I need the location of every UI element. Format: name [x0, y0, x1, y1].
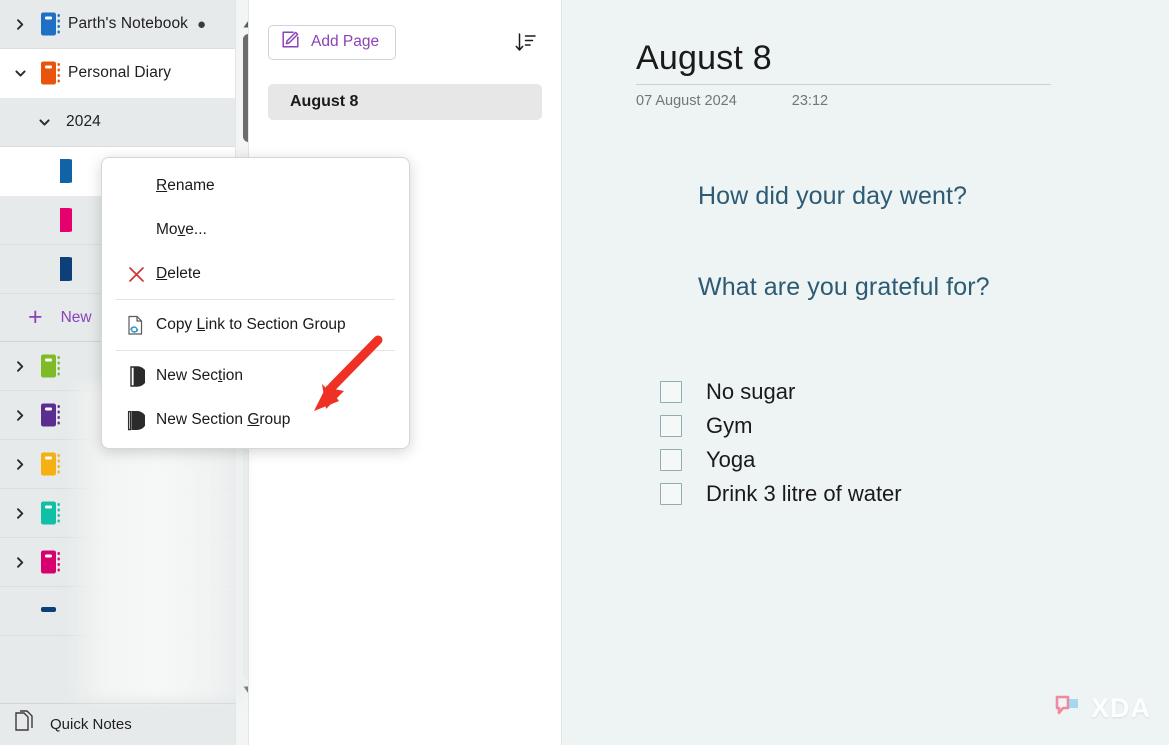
notebook-icon — [34, 60, 68, 86]
sidebar-item-label: Personal Diary — [68, 64, 172, 81]
section-tab-icon — [58, 256, 74, 282]
notebook-icon — [34, 549, 68, 575]
add-page-label: Add Page — [311, 33, 380, 50]
page-time: 23:12 — [791, 93, 829, 110]
context-menu-item-label: New Section — [156, 367, 244, 384]
title-divider — [636, 84, 1051, 86]
copy-link-icon — [116, 315, 156, 336]
new-section-group-icon — [116, 410, 156, 431]
xda-watermark: XDA — [1054, 693, 1151, 723]
xda-watermark-text: XDA — [1090, 692, 1151, 723]
checkbox-icon[interactable] — [660, 381, 682, 404]
quick-notes-label: Quick Notes — [50, 716, 132, 733]
context-menu-item-new-section[interactable]: New Section — [102, 354, 409, 398]
context-menu-item-delete[interactable]: Delete — [102, 252, 409, 296]
checklist-item[interactable]: No sugar — [660, 375, 1169, 409]
context-menu-item-label: Copy Link to Section Group — [156, 316, 346, 333]
sort-descending-icon[interactable] — [508, 25, 542, 59]
checklist-item-label: Yoga — [706, 447, 756, 473]
add-page-button[interactable]: Add Page — [268, 24, 397, 60]
notebook-icon — [34, 402, 68, 428]
checklist-item-label: Drink 3 litre of water — [706, 481, 902, 507]
context-menu-separator — [116, 299, 395, 300]
chevron-right-icon[interactable] — [6, 409, 34, 422]
context-menu-item-label: New Section Group — [156, 411, 291, 428]
section-tab-icon — [58, 158, 74, 184]
section-tab-icon — [58, 207, 74, 233]
note-checklist: No sugar Gym Yoga Drink 3 litre of water — [660, 375, 1169, 511]
note-heading-1[interactable]: How did your day went? — [698, 182, 1169, 211]
checklist-item[interactable]: Yoga — [660, 443, 1169, 477]
new-section-icon — [116, 365, 156, 387]
page-title[interactable]: August 8 — [636, 38, 1169, 78]
page-date: 07 August 2024 — [636, 93, 737, 110]
sidebar-item-parths-notebook[interactable]: Parth's Notebook ● — [0, 0, 248, 49]
checklist-item[interactable]: Drink 3 litre of water — [660, 477, 1169, 511]
context-menu-separator — [116, 350, 395, 351]
context-menu-item-move[interactable]: Move... — [102, 208, 409, 252]
checklist-item[interactable]: Gym — [660, 409, 1169, 443]
chevron-down-icon[interactable] — [6, 67, 34, 80]
context-menu-item-label: Move... — [156, 221, 207, 238]
onenote-window: Parth's Notebook ● Personal Diary 2024 +… — [0, 0, 1169, 745]
chevron-right-icon[interactable] — [6, 507, 34, 520]
quick-notes-item[interactable]: Quick Notes — [0, 703, 248, 745]
context-menu-item-label: Rename — [156, 177, 215, 194]
checkbox-icon[interactable] — [660, 483, 682, 506]
sidebar-item-personal-diary[interactable]: Personal Diary — [0, 49, 248, 98]
section-group-label: 2024 — [66, 113, 101, 130]
sidebar-item-label: Parth's Notebook — [68, 15, 189, 32]
notebook-icon — [34, 353, 68, 379]
page-metadata: 07 August 2024 23:12 — [636, 93, 1169, 109]
notebook-icon — [34, 451, 68, 477]
notebook-icon — [34, 11, 68, 37]
page-item-label: August 8 — [290, 93, 359, 110]
chevron-right-icon[interactable] — [6, 458, 34, 471]
page-list-item-august-8[interactable]: August 8 — [268, 84, 542, 120]
checkbox-icon[interactable] — [660, 415, 682, 438]
checklist-item-label: Gym — [706, 413, 753, 439]
notebook-icon-partial — [34, 606, 68, 616]
chevron-right-icon[interactable] — [6, 360, 34, 373]
new-section-label: New — [60, 308, 92, 326]
unsynced-dot-icon: ● — [197, 15, 207, 33]
chevron-right-icon[interactable] — [6, 556, 34, 569]
section-group-context-menu[interactable]: Rename Move... Delete Copy Link to Secti… — [101, 157, 410, 449]
close-icon — [116, 265, 156, 284]
context-menu-item-label: Delete — [156, 265, 201, 282]
new-page-icon — [281, 30, 300, 54]
plus-icon: + — [28, 303, 43, 331]
sidebar-section-group-2024[interactable]: 2024 — [0, 98, 248, 147]
context-menu-item-copy-link[interactable]: Copy Link to Section Group — [102, 303, 409, 347]
notebook-icon — [34, 500, 68, 526]
chevron-right-icon[interactable] — [6, 18, 34, 31]
checklist-item-label: No sugar — [706, 379, 796, 405]
page-list-toolbar: Add Page — [268, 0, 542, 84]
chevron-down-icon[interactable] — [30, 116, 58, 129]
xda-logo-icon — [1055, 695, 1078, 715]
note-heading-2[interactable]: What are you grateful for? — [698, 273, 1169, 302]
checkbox-icon[interactable] — [660, 449, 682, 472]
context-menu-item-new-section-group[interactable]: New Section Group — [102, 398, 409, 442]
pages-icon — [14, 710, 36, 739]
note-canvas[interactable]: August 8 07 August 2024 23:12 How did yo… — [561, 0, 1169, 745]
context-menu-item-rename[interactable]: Rename — [102, 164, 409, 208]
